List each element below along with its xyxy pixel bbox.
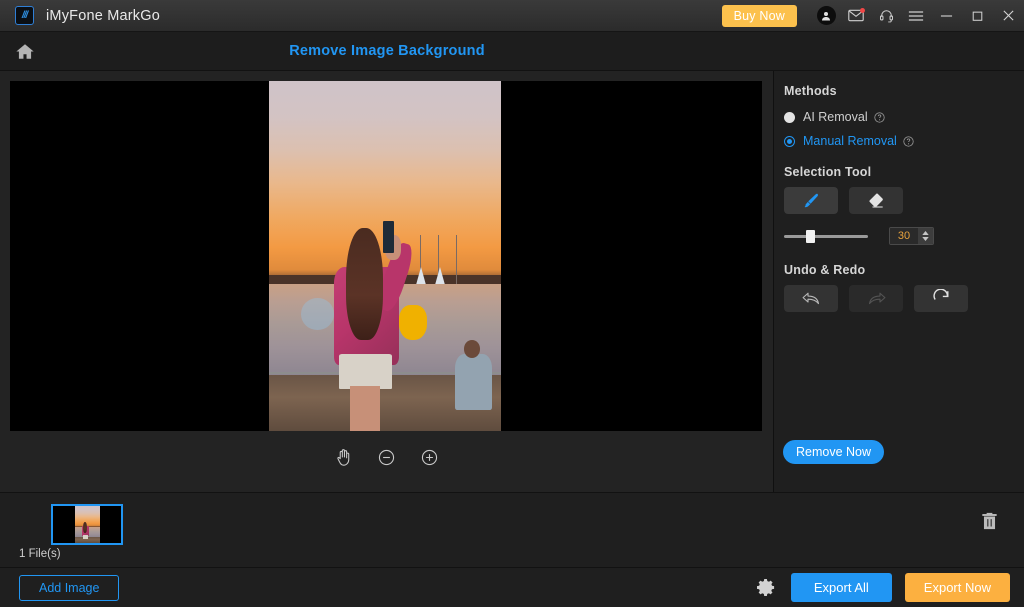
brush-size-slider[interactable] bbox=[784, 229, 868, 243]
close-button[interactable] bbox=[993, 0, 1024, 32]
add-image-button[interactable]: Add Image bbox=[19, 574, 120, 601]
undo-redo-heading: Undo & Redo bbox=[784, 263, 866, 277]
app-window: /// iMyFone MarkGo Buy Now Remove Image … bbox=[0, 0, 1024, 607]
radio-manual-removal[interactable] bbox=[784, 135, 795, 147]
photo-lens-flare bbox=[301, 298, 334, 330]
file-count-label: 1 File(s) bbox=[19, 548, 61, 560]
file-strip: 1 File(s) bbox=[0, 492, 1024, 567]
tools-panel: Methods AI Removal Manual Removal Select… bbox=[775, 71, 1024, 492]
page-title: Remove Image Background bbox=[289, 43, 485, 59]
export-now-button[interactable]: Export Now bbox=[904, 573, 1010, 602]
file-thumbnail-image bbox=[75, 506, 100, 543]
pan-hand-tool[interactable] bbox=[332, 446, 354, 468]
photo-woman-legs bbox=[350, 385, 381, 431]
zoom-out-button[interactable] bbox=[375, 446, 397, 468]
remove-now-button[interactable]: Remove Now bbox=[783, 440, 885, 464]
canvas-area bbox=[0, 71, 774, 492]
home-icon[interactable] bbox=[0, 32, 50, 71]
maximize-button[interactable] bbox=[962, 0, 993, 32]
gear-icon[interactable] bbox=[756, 577, 778, 599]
markgo-logo-icon: /// bbox=[15, 6, 34, 25]
support-headset-icon[interactable] bbox=[871, 0, 901, 32]
logo-glyph: /// bbox=[21, 9, 28, 21]
image-canvas[interactable] bbox=[10, 81, 762, 431]
method-label-manual-removal: Manual Removal bbox=[803, 134, 897, 148]
method-option-manual-removal[interactable]: Manual Removal bbox=[784, 129, 1024, 153]
file-thumbnail[interactable] bbox=[51, 504, 123, 545]
preview-image bbox=[269, 81, 501, 431]
undo-redo-buttons bbox=[784, 285, 1024, 312]
help-circle-icon[interactable] bbox=[903, 135, 914, 147]
help-circle-icon[interactable] bbox=[874, 111, 885, 123]
eraser-tool[interactable] bbox=[849, 187, 903, 214]
selection-tool-buttons bbox=[784, 187, 1024, 214]
mail-icon[interactable] bbox=[841, 0, 871, 32]
photo-sailboat bbox=[415, 235, 466, 291]
radio-ai-removal[interactable] bbox=[784, 111, 795, 123]
minimize-button[interactable] bbox=[931, 0, 962, 32]
brush-size-spin-buttons[interactable] bbox=[918, 228, 933, 244]
photo-yellow-buoy bbox=[398, 305, 427, 340]
photo-seated-person bbox=[454, 354, 492, 410]
brush-size-control: 30 bbox=[784, 227, 1024, 245]
methods-heading: Methods bbox=[784, 84, 837, 98]
zoom-in-button[interactable] bbox=[418, 446, 440, 468]
selection-tool-heading: Selection Tool bbox=[784, 165, 872, 179]
bottom-bar-actions: Export All Export Now bbox=[756, 573, 1010, 602]
brush-size-stepper[interactable]: 30 bbox=[889, 227, 934, 245]
photo-phone bbox=[382, 221, 395, 253]
export-all-button[interactable]: Export All bbox=[790, 573, 892, 602]
nav-bar: Remove Image Background bbox=[0, 32, 1024, 71]
title-bar: /// iMyFone MarkGo Buy Now bbox=[0, 0, 1024, 32]
app-title: iMyFone MarkGo bbox=[46, 7, 160, 24]
buy-now-button[interactable]: Buy Now bbox=[721, 4, 797, 27]
mail-unread-badge bbox=[860, 7, 865, 13]
canvas-zoom-toolbar bbox=[10, 446, 762, 468]
brush-size-value[interactable]: 30 bbox=[890, 228, 918, 244]
photo-woman-skirt bbox=[338, 354, 392, 389]
account-icon[interactable] bbox=[811, 0, 841, 32]
bottom-bar: Add Image Export All Export Now bbox=[0, 567, 1024, 607]
titlebar-actions: Buy Now bbox=[721, 0, 1024, 32]
brush-size-slider-handle[interactable] bbox=[806, 229, 815, 243]
redo-button[interactable] bbox=[849, 285, 903, 312]
method-label-ai-removal: AI Removal bbox=[803, 110, 868, 124]
brush-tool[interactable] bbox=[784, 187, 838, 214]
method-option-ai-removal[interactable]: AI Removal bbox=[784, 105, 1024, 129]
photo-seated-person-head bbox=[463, 340, 481, 358]
photo-woman-hair bbox=[345, 228, 383, 340]
undo-button[interactable] bbox=[784, 285, 838, 312]
trash-icon[interactable] bbox=[974, 506, 1004, 536]
reset-button[interactable] bbox=[914, 285, 968, 312]
avatar bbox=[816, 6, 836, 25]
menu-icon[interactable] bbox=[901, 0, 931, 32]
